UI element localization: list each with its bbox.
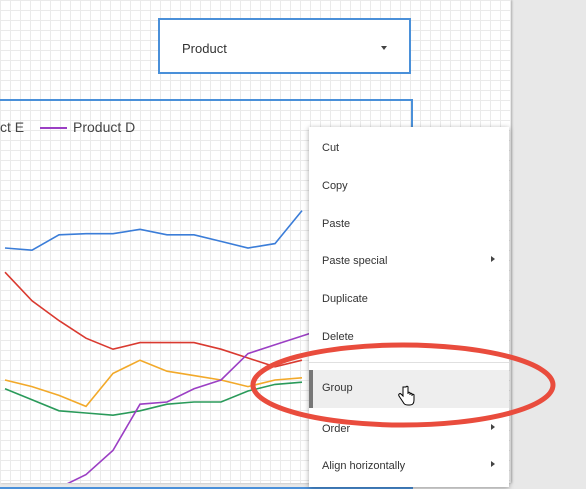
context-menu: Cut Copy Paste Paste special Duplicate D… bbox=[309, 127, 509, 487]
legend-swatch-product-d bbox=[40, 127, 67, 129]
caret-down-icon[interactable] bbox=[381, 46, 387, 50]
menu-item-paste[interactable]: Paste bbox=[309, 205, 509, 239]
menu-item-copy[interactable]: Copy bbox=[309, 167, 509, 201]
menu-item-paste-special[interactable]: Paste special bbox=[309, 242, 509, 276]
menu-item-label: Group bbox=[322, 382, 353, 394]
menu-item-label: Copy bbox=[322, 180, 348, 192]
menu-item-duplicate[interactable]: Duplicate bbox=[309, 280, 509, 314]
product-dropdown[interactable]: Product bbox=[158, 18, 411, 74]
menu-divider bbox=[309, 362, 509, 363]
legend-item-product-e: ct E bbox=[0, 119, 25, 135]
menu-item-delete[interactable]: Delete bbox=[309, 318, 509, 352]
menu-item-label: Delete bbox=[322, 331, 354, 343]
menu-item-order[interactable]: Order bbox=[309, 410, 509, 444]
hand-pointer-icon bbox=[398, 385, 415, 406]
submenu-arrow-icon bbox=[491, 256, 495, 262]
menu-item-align-horizontally[interactable]: Align horizontally bbox=[309, 447, 509, 481]
menu-item-label: Paste bbox=[322, 218, 351, 230]
legend-item-product-d: Product D bbox=[73, 119, 136, 135]
submenu-arrow-icon bbox=[491, 461, 495, 467]
menu-item-label: Duplicate bbox=[322, 293, 368, 305]
submenu-arrow-icon bbox=[491, 424, 495, 430]
hover-accent-bar bbox=[309, 370, 313, 408]
dropdown-label: Product bbox=[182, 41, 227, 56]
menu-item-cut[interactable]: Cut bbox=[309, 129, 509, 163]
menu-item-label: Order bbox=[322, 423, 351, 435]
menu-item-label: Cut bbox=[322, 142, 340, 154]
menu-item-label: Paste special bbox=[322, 255, 388, 267]
menu-item-label: Align horizontally bbox=[322, 460, 406, 472]
